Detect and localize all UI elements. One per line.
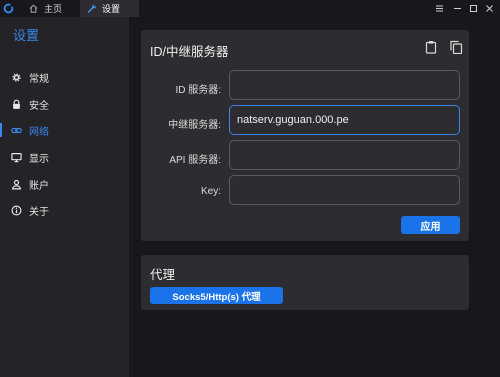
relay-server-input[interactable]	[229, 105, 460, 135]
key-input[interactable]	[229, 175, 460, 205]
info-icon	[11, 205, 22, 215]
lock-icon	[13, 99, 20, 109]
link-icon	[11, 127, 22, 133]
card-title: ID/中继服务器	[150, 45, 229, 59]
close-icon	[485, 4, 493, 12]
card-title: 代理	[150, 268, 176, 282]
sidebar-title: 设置	[13, 28, 40, 43]
api-server-label: API 服务器:	[169, 155, 221, 166]
sidebar-item-display[interactable]: 显示	[0, 147, 129, 167]
maximize-icon	[469, 4, 477, 12]
proxy-card: 代理 Socks5/Http(s) 代理	[141, 255, 469, 310]
main-content: ID/中继服务器 ID 服务器: 中继服务器: API 服务器: Key: 应用…	[129, 17, 500, 377]
maximize-button[interactable]	[466, 1, 480, 15]
tab-settings[interactable]: 设置	[80, 0, 139, 17]
close-button[interactable]	[482, 1, 496, 15]
tab-home-label: 主页	[44, 4, 63, 14]
user-icon	[12, 179, 21, 189]
sidebar-item-security[interactable]: 安全	[0, 94, 129, 114]
copy-icon[interactable]	[449, 40, 463, 54]
app-logo-icon	[3, 3, 14, 14]
sidebar-item-about[interactable]: 关于	[0, 200, 129, 220]
id-server-label: ID 服务器:	[175, 85, 221, 96]
tab-settings-label: 设置	[102, 4, 121, 14]
apply-button[interactable]: 应用	[401, 216, 460, 234]
relay-server-label: 中继服务器:	[168, 120, 221, 131]
wrench-icon	[87, 4, 97, 13]
sidebar: 设置 常规 安全 网络 显示 账户 关于	[0, 17, 129, 377]
id-server-card: ID/中继服务器 ID 服务器: 中继服务器: API 服务器: Key: 应用	[141, 30, 469, 241]
id-server-input[interactable]	[229, 70, 460, 100]
sidebar-item-label: 账户	[29, 180, 49, 192]
sidebar-item-label: 网络	[29, 126, 49, 138]
sidebar-item-account[interactable]: 账户	[0, 174, 129, 194]
sidebar-item-network[interactable]: 网络	[0, 120, 129, 140]
home-icon	[29, 4, 38, 13]
sidebar-item-general[interactable]: 常规	[0, 67, 129, 87]
sidebar-item-label: 安全	[29, 100, 49, 112]
gear-icon	[12, 72, 21, 82]
proxy-settings-button[interactable]: Socks5/Http(s) 代理	[150, 287, 283, 304]
minimize-icon	[453, 7, 461, 9]
menu-icon	[435, 5, 443, 11]
menu-button[interactable]	[432, 1, 446, 15]
sidebar-item-label: 显示	[29, 153, 49, 165]
sidebar-item-label: 常规	[29, 73, 49, 85]
monitor-icon	[11, 152, 22, 162]
key-label: Key:	[200, 186, 221, 197]
minimize-button[interactable]	[450, 1, 464, 15]
tab-home[interactable]: 主页	[23, 0, 78, 17]
title-bar: 主页 设置	[0, 0, 500, 17]
api-server-input[interactable]	[229, 140, 460, 170]
sidebar-item-label: 关于	[29, 206, 49, 218]
clipboard-icon[interactable]	[424, 40, 438, 54]
